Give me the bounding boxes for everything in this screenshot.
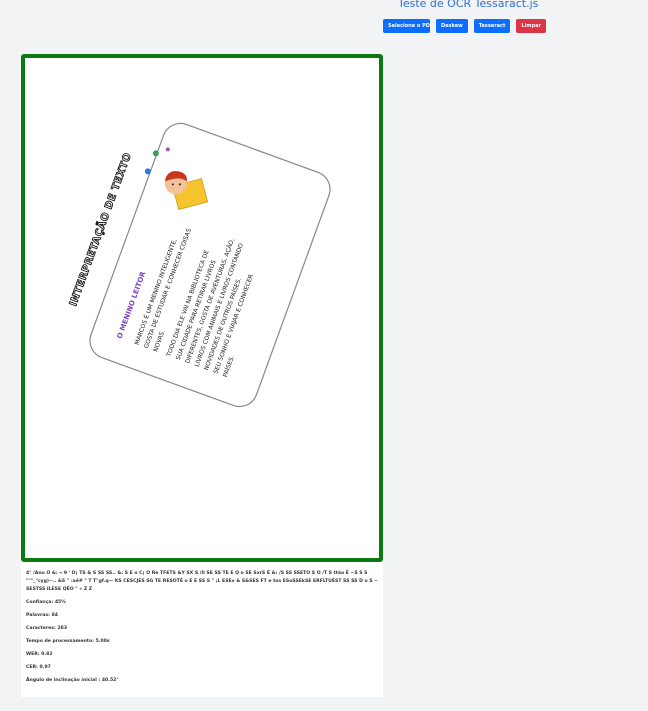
metric-value: 40.52° [101, 678, 119, 683]
metric-skew-angle: Ângulo de inclinação inicial : 40.52° [26, 677, 378, 685]
ocr-results: 4° /Ano O &: « 9 ' O¡ TS & S SS SS.. &: … [26, 570, 378, 690]
image-preview-frame: INTERPRETAÇÃO DE TEXTO O MENINO LEITOR M… [21, 54, 383, 562]
metric-label: Tempo de processamento: [26, 639, 94, 644]
page-title: Teste de OCR Tessaract.js [398, 0, 539, 10]
clear-button[interactable]: Limpar [516, 19, 546, 33]
metric-processing-time: Tempo de processamento: 5.00s [26, 638, 378, 646]
metric-value: 5.00s [95, 639, 110, 644]
metric-confidence: Confiança: 45% [26, 599, 378, 607]
result-panel: INTERPRETAÇÃO DE TEXTO O MENINO LEITOR M… [21, 54, 383, 697]
ocr-output-text: 4° /Ano O &: « 9 ' O¡ TS & S SS SS.. &: … [26, 571, 379, 592]
metric-value: 84 [51, 613, 58, 618]
metric-value: 0.82 [41, 652, 53, 657]
metric-label: Palavras: [26, 613, 50, 618]
toolbar: Selecione o PDF Deskew Tesseract Limpar [383, 19, 546, 33]
metric-wer: WER: 0.82 [26, 651, 378, 659]
metric-value: 45% [54, 600, 66, 605]
deskew-button[interactable]: Deskew [436, 19, 468, 33]
metric-label: Ângulo de inclinação inicial : [26, 678, 101, 683]
metric-characters: Caracteres: 283 [26, 625, 378, 633]
metric-value: 283 [57, 626, 68, 631]
metric-label: Confiança: [26, 600, 54, 605]
tesseract-button[interactable]: Tesseract [473, 19, 511, 33]
metric-cer: CER: 0.97 [26, 664, 378, 672]
select-pdf-button[interactable]: Selecione o PDF [383, 19, 433, 33]
document-image: INTERPRETAÇÃO DE TEXTO O MENINO LEITOR M… [25, 58, 379, 558]
metric-label: CER: [26, 665, 38, 670]
metric-label: Caracteres: [26, 626, 56, 631]
metric-words: Palavras: 84 [26, 612, 378, 620]
metric-label: WER: [26, 652, 40, 657]
metric-value: 0.97 [39, 665, 51, 670]
